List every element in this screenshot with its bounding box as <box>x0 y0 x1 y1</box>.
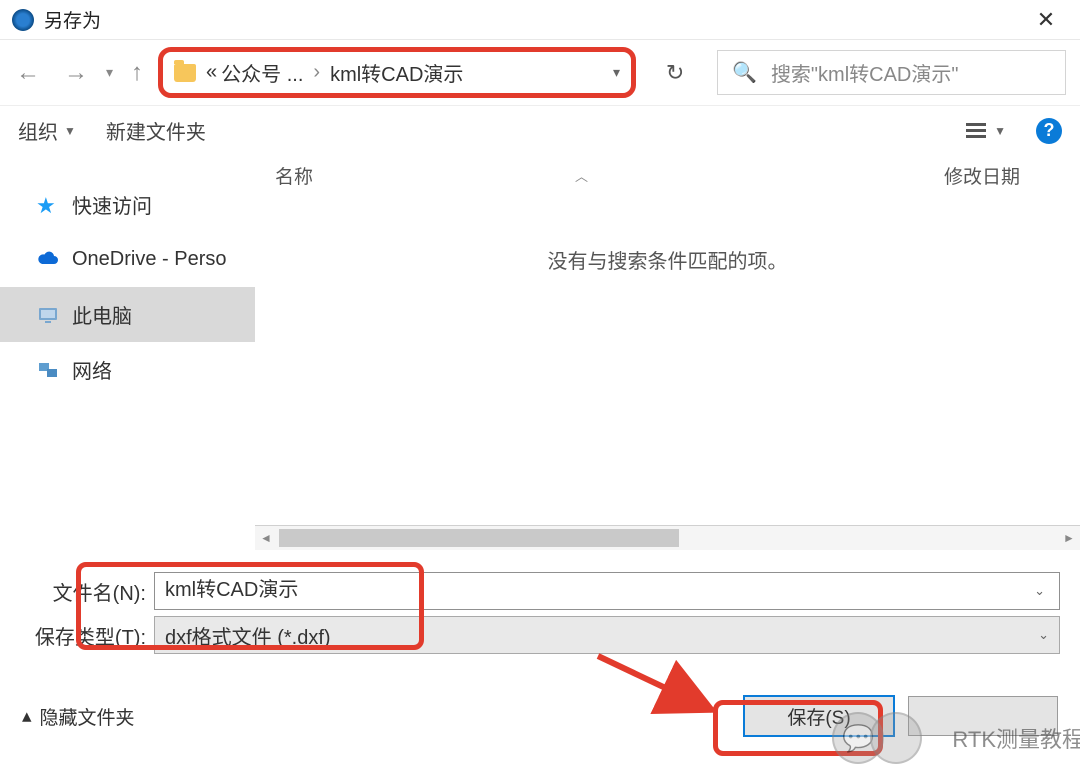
scroll-thumb[interactable] <box>279 529 679 547</box>
sidebar-item-network[interactable]: 网络 <box>0 342 255 397</box>
cloud-icon <box>36 248 60 272</box>
save-fields: 文件名(N): kml转CAD演示 ⌄ 保存类型(T): dxf格式文件 (*.… <box>0 550 1080 670</box>
view-options[interactable]: ▼ <box>964 119 1006 143</box>
watermark-text: RTK测量教程 <box>952 722 1080 754</box>
filename-label: 文件名(N): <box>20 577 154 606</box>
forward-button[interactable]: → <box>58 57 94 89</box>
column-headers: 名称 ︿ 修改日期 <box>255 155 1080 195</box>
sidebar-item-this-pc[interactable]: 此电脑 <box>0 287 255 342</box>
breadcrumb-parent[interactable]: 公众号 ... <box>221 58 303 87</box>
history-dropdown[interactable]: ▾ <box>106 64 113 81</box>
refresh-button[interactable]: ↻ <box>645 50 705 95</box>
search-input[interactable]: 🔍 搜索"kml转CAD演示" <box>717 50 1066 95</box>
up-button[interactable]: ↑ <box>125 57 149 89</box>
chevron-down-icon[interactable]: ⌄ <box>1038 627 1049 643</box>
filetype-label: 保存类型(T): <box>20 621 154 650</box>
titlebar: 另存为 ✕ <box>0 0 1080 40</box>
chevron-down-icon: ▼ <box>64 124 76 138</box>
help-button[interactable]: ? <box>1036 118 1062 144</box>
organize-menu[interactable]: 组织 ▼ <box>18 116 76 145</box>
breadcrumb-current[interactable]: kml转CAD演示 <box>330 58 463 87</box>
path-breadcrumb[interactable]: « 公众号 ... › kml转CAD演示 ▾ <box>161 50 633 95</box>
chevron-right-icon: › <box>313 61 320 84</box>
column-name[interactable]: 名称 <box>275 162 535 189</box>
back-button[interactable]: ← <box>10 57 46 89</box>
folder-icon <box>174 64 196 82</box>
search-placeholder: 搜索"kml转CAD演示" <box>771 58 959 87</box>
watermark: 💬 RTK测量教程 <box>832 712 1080 764</box>
sidebar-item-quick-access[interactable]: ★ 快速访问 <box>0 177 255 232</box>
filename-input[interactable]: kml转CAD演示 ⌄ <box>154 572 1060 610</box>
scroll-left-icon[interactable]: ◄ <box>255 531 277 545</box>
chevron-down-icon[interactable]: ▾ <box>613 64 620 81</box>
search-icon: 🔍 <box>732 60 757 85</box>
chevron-down-icon[interactable]: ⌄ <box>1034 583 1045 599</box>
close-icon[interactable]: ✕ <box>1016 1 1076 39</box>
navigation-row: ← → ▾ ↑ « 公众号 ... › kml转CAD演示 ▾ ↻ 🔍 搜索"k… <box>0 40 1080 105</box>
network-icon <box>36 358 60 382</box>
app-icon <box>12 9 34 31</box>
empty-message: 没有与搜索条件匹配的项。 <box>255 245 1080 274</box>
chevron-up-icon: ▴ <box>22 705 32 728</box>
scroll-right-icon[interactable]: ► <box>1058 531 1080 545</box>
sidebar: ★ 快速访问 OneDrive - Perso 此电脑 网络 <box>0 155 255 525</box>
window-title: 另存为 <box>44 6 101 33</box>
nav-arrows: ← → ▾ ↑ <box>10 57 149 89</box>
main-area: ★ 快速访问 OneDrive - Perso 此电脑 网络 名称 ︿ 修改日期 <box>0 155 1080 525</box>
hide-folders-toggle[interactable]: ▴ 隐藏文件夹 <box>22 703 135 730</box>
content-area: 名称 ︿ 修改日期 没有与搜索条件匹配的项。 <box>255 155 1080 525</box>
filetype-select[interactable]: dxf格式文件 (*.dxf) ⌄ <box>154 616 1060 654</box>
column-modified[interactable]: 修改日期 <box>944 162 1020 189</box>
new-folder-button[interactable]: 新建文件夹 <box>106 116 206 145</box>
breadcrumb-ellipsis: « <box>206 61 217 84</box>
horizontal-scrollbar[interactable]: ◄ ► <box>255 526 1080 550</box>
list-view-icon <box>964 119 988 143</box>
sort-indicator-icon: ︿ <box>575 166 588 185</box>
toolbar: 组织 ▼ 新建文件夹 ▼ ? <box>0 105 1080 155</box>
star-icon: ★ <box>36 193 60 217</box>
sidebar-item-onedrive[interactable]: OneDrive - Perso <box>0 232 255 287</box>
pc-icon <box>36 303 60 327</box>
